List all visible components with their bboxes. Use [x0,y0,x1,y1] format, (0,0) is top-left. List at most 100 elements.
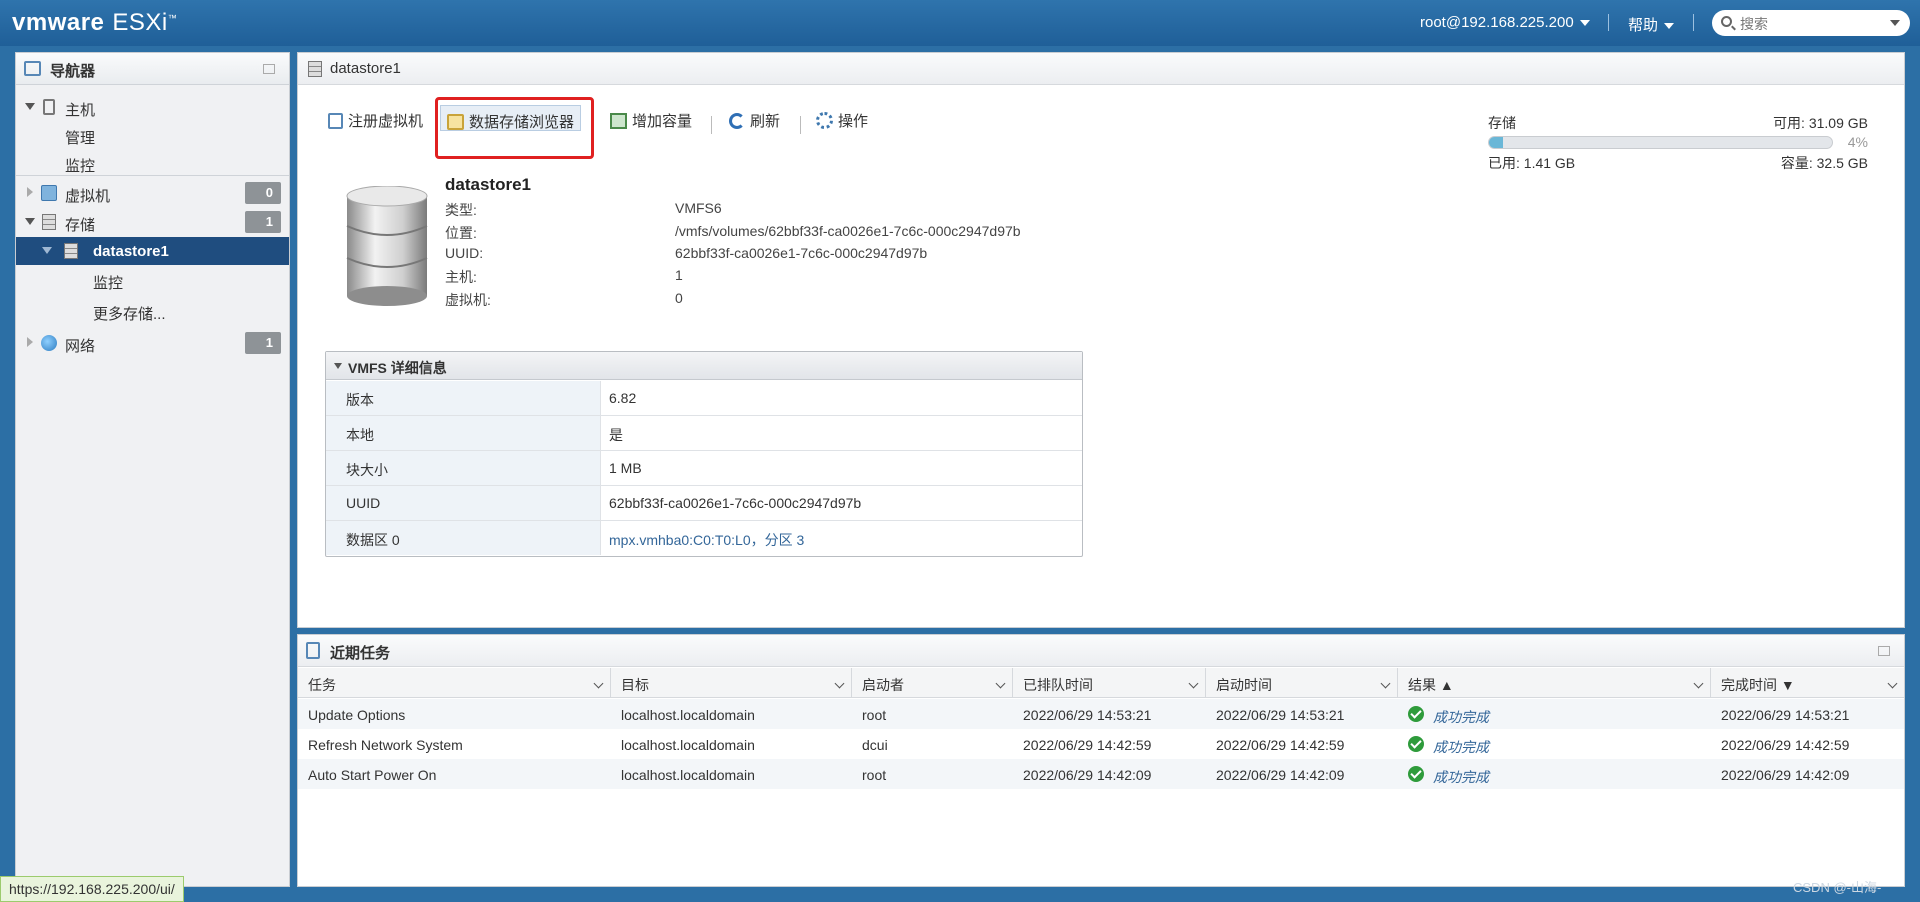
column-header-completed[interactable]: 完成时间 ▼ [1711,668,1904,698]
chevron-down-icon[interactable] [1693,678,1704,689]
chevron-down-icon[interactable] [995,678,1006,689]
vm-icon [41,185,57,201]
row-value: 62bbf33f-ca0026e1-7c6c-000c2947d97b [609,495,862,511]
panel-header: datastore1 [298,53,1904,85]
sidebar-item-storage[interactable]: 存储 1 [16,208,289,236]
chevron-down-icon[interactable] [1890,20,1900,26]
extent-link[interactable]: mpx.vmhba0:C0:T0:L0，分区 3 [609,530,804,550]
sidebar-item-network[interactable]: 网络 1 [16,329,289,357]
column-header-task[interactable]: 任务 [298,668,611,698]
table-row: 版本 6.82 [326,381,1082,416]
storage-used: 已用: 1.41 GB [1488,155,1576,171]
column-header-started[interactable]: 启动时间 [1206,668,1398,698]
storage-capacity-total: 容量: 32.5 GB [1780,155,1868,171]
datastore-icon [308,61,322,77]
table-row[interactable]: Auto Start Power On localhost.localdomai… [298,759,1904,789]
host-icon [43,99,55,115]
chevron-down-icon [1579,20,1590,27]
prop-value: 1 [675,267,683,283]
collapsed-arrow-icon[interactable] [27,187,33,197]
prop-value: 0 [675,290,683,306]
refresh-button[interactable]: 刷新 [729,110,780,131]
navigator-header: 导航器 [16,53,289,85]
storage-label: 存储 [1488,115,1516,131]
expand-icon[interactable] [25,103,35,110]
minimize-icon[interactable] [263,64,275,74]
prop-key: 位置: [445,225,477,241]
column-header-initiator[interactable]: 启动者 [852,668,1013,698]
chevron-down-icon[interactable] [1887,678,1898,689]
chevron-down-icon[interactable] [593,678,604,689]
navigator-icon [24,61,41,76]
refresh-icon [729,113,745,129]
task-completed: 2022/06/29 14:42:09 [1721,767,1850,783]
actions-button[interactable]: 操作 [816,110,868,131]
sidebar-item-more-storage[interactable]: 更多存储... [16,297,289,325]
network-count-badge: 1 [245,332,281,354]
row-key: 版本 [326,381,601,415]
increase-capacity-button[interactable]: 增加容量 [610,110,692,131]
tasks-table-header: 任务 目标 启动者 已排队时间 启动时间 结果 ▲ 完成时间 ▼ [298,668,1904,698]
sidebar-item-manage[interactable]: 管理 [16,121,289,149]
user-menu[interactable]: root@192.168.225.200 [1420,14,1590,31]
register-vm-icon [328,113,343,129]
task-started: 2022/06/29 14:53:21 [1216,707,1345,723]
minimize-icon[interactable] [1878,646,1890,656]
sidebar-item-monitor[interactable]: 监控 [16,149,289,177]
success-icon [1408,766,1424,782]
task-name: Refresh Network System [308,737,463,753]
table-row[interactable]: Update Options localhost.localdomain roo… [298,699,1904,729]
help-menu[interactable]: 帮助 [1628,14,1675,35]
success-icon [1408,736,1424,752]
vm-count-badge: 0 [245,182,281,204]
table-row[interactable]: Refresh Network System localhost.localdo… [298,729,1904,759]
task-result: 成功完成 [1433,709,1489,725]
navigator-panel: 导航器 主机 管理 监控 虚拟机 0 存储 1 datastore1 监控 更多… [15,52,290,887]
chevron-down-icon[interactable] [1188,678,1199,689]
sidebar-item-host[interactable]: 主机 [16,93,289,121]
storage-free: 可用: 31.09 GB [1773,115,1868,131]
search-input[interactable]: 搜索 [1712,10,1910,36]
storage-count-badge: 1 [245,211,281,233]
vmfs-details-header[interactable]: VMFS 详细信息 [326,352,1082,380]
register-vm-button[interactable]: 注册虚拟机 [328,110,423,131]
column-header-queued[interactable]: 已排队时间 [1013,668,1206,698]
expand-icon[interactable] [25,218,35,225]
row-key: 本地 [326,416,601,450]
sidebar-item-datastore1[interactable]: datastore1 [16,237,289,265]
clipboard-icon [306,642,320,659]
sidebar-item-vms[interactable]: 虚拟机 0 [16,179,289,207]
globe-icon [41,335,57,351]
column-header-result[interactable]: 结果 ▲ [1398,668,1711,698]
column-header-target[interactable]: 目标 [611,668,852,698]
row-value: 是 [609,427,623,443]
increase-capacity-icon [610,113,627,129]
recent-tasks-header: 近期任务 [298,635,1904,667]
vmware-esxi-logo: vmware ESXi™ [12,9,178,36]
collapse-icon[interactable] [334,363,342,369]
top-bar: vmware ESXi™ root@192.168.225.200 帮助 搜索 [0,0,1920,46]
task-initiator: dcui [862,737,888,753]
divider [1608,14,1609,31]
task-initiator: root [862,767,887,783]
storage-usage-fill [1489,137,1503,148]
prop-key: 类型: [445,202,477,218]
collapsed-arrow-icon[interactable] [27,337,33,347]
chevron-down-icon[interactable] [834,678,845,689]
gear-icon [816,112,833,129]
divider [1693,14,1694,31]
sidebar-item-ds-monitor[interactable]: 监控 [16,266,289,294]
chevron-down-icon[interactable] [1380,678,1391,689]
expand-icon[interactable] [42,247,52,254]
divider [711,116,712,134]
chevron-down-icon [1664,23,1675,30]
table-row: 数据区 0 mpx.vmhba0:C0:T0:L0，分区 3 [326,521,1082,556]
row-key: 数据区 0 [326,521,601,555]
row-key: UUID [326,486,601,520]
row-key: 块大小 [326,451,601,485]
watermark: CSDN @-山海- [1793,880,1882,895]
task-started: 2022/06/29 14:42:09 [1216,767,1345,783]
task-queued: 2022/06/29 14:42:09 [1023,767,1152,783]
task-result: 成功完成 [1433,769,1489,785]
row-value: 6.82 [609,390,637,406]
